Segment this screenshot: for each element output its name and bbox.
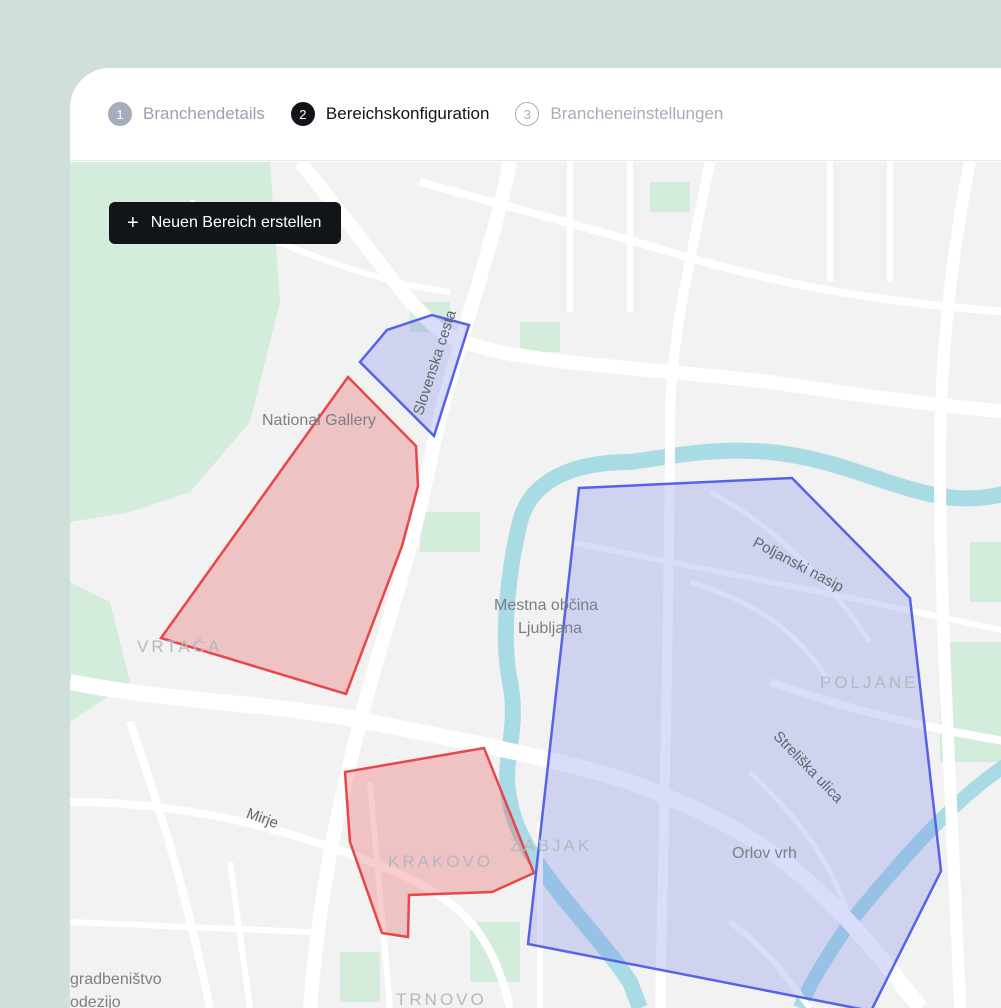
map-label-gradbenistvo: gradbeništvo	[70, 971, 162, 988]
area-blue-2[interactable]	[526, 476, 943, 1008]
map-canvas[interactable]: National Gallery Slovenska cesta Mestna …	[70, 162, 1001, 1008]
step-number: 1	[108, 102, 132, 126]
map-label-mestna-obcina: Mestna občina	[494, 597, 599, 614]
step-label: Branchendetails	[143, 104, 265, 123]
app-window: 1 Branchendetails 2 Bereichskonfiguratio…	[70, 68, 1001, 1008]
map-label-national-gallery: National Gallery	[262, 412, 376, 429]
step-bereichskonfiguration[interactable]: 2 Bereichskonfiguration	[290, 102, 490, 126]
create-area-label: Neuen Bereich erstellen	[150, 214, 322, 231]
step-branchendetails[interactable]: 1 Branchendetails	[108, 102, 265, 126]
step-brancheneinstellungen[interactable]: 3 Brancheneinstellungen	[515, 102, 723, 126]
map-label-ljubljana: Ljubljana	[518, 620, 583, 637]
map-label-krakovo: KRAKOVO	[388, 852, 494, 871]
map-label-orlov-vrh: Orlov vrh	[732, 845, 797, 862]
step-label: Bereichskonfiguration	[325, 104, 490, 123]
plus-icon: +	[127, 212, 139, 234]
map-label-zabjak: ZABJAK	[510, 836, 593, 855]
map-label-poljane: POLJANE	[820, 673, 919, 692]
stepper: 1 Branchendetails 2 Bereichskonfiguratio…	[70, 68, 1001, 161]
map-label-odezijo: odezijo	[70, 994, 121, 1008]
map-label-vrtaca: VRTAČA	[137, 637, 223, 656]
step-number: 3	[515, 102, 540, 126]
step-label: Brancheneinstellungen	[550, 104, 724, 123]
step-number: 2	[290, 102, 315, 126]
map-graphic	[70, 162, 1001, 1008]
map-label-trnovo: TRNOVO	[396, 990, 487, 1008]
create-area-button[interactable]: + Neuen Bereich erstellen	[109, 202, 342, 244]
